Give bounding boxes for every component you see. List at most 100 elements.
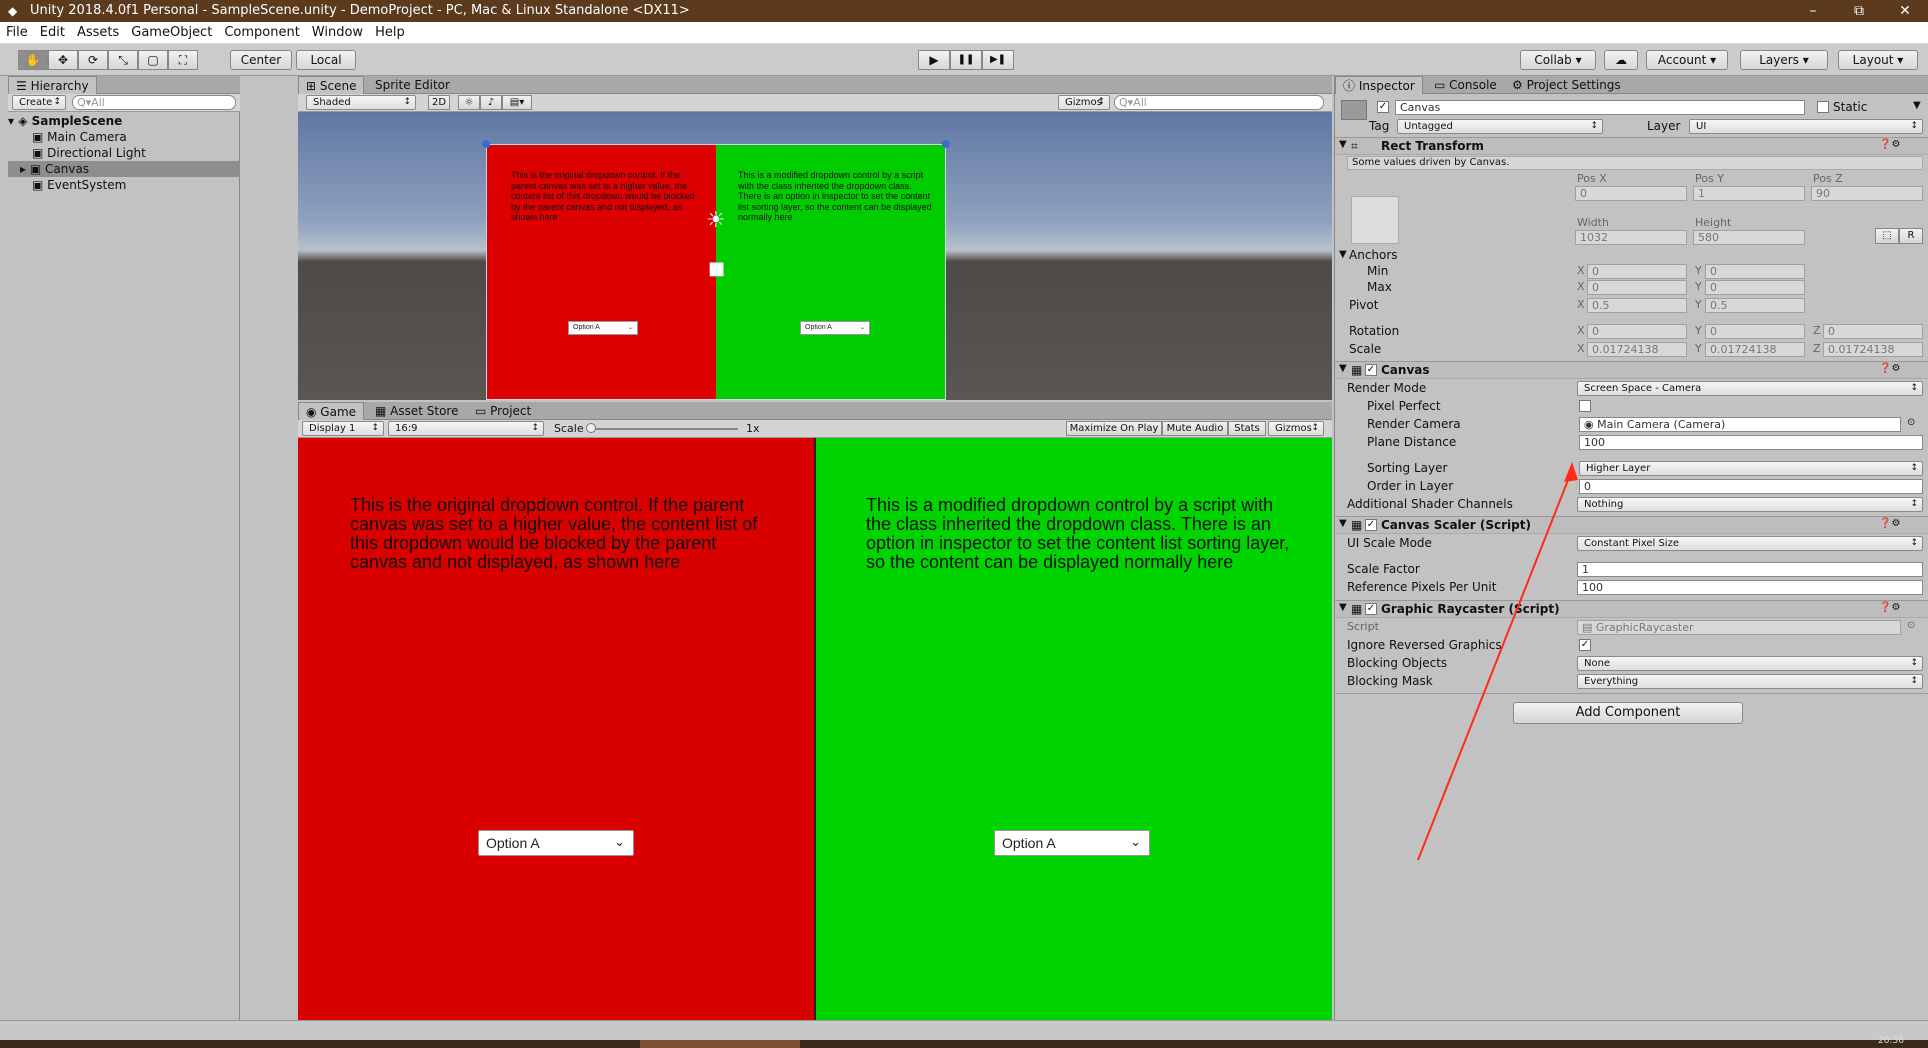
- rect-tool-icon[interactable]: ▢: [138, 50, 168, 70]
- rect-handle[interactable]: [942, 140, 950, 148]
- raycaster-enabled-checkbox[interactable]: ✓: [1365, 603, 1377, 615]
- rect-handle[interactable]: [482, 140, 490, 148]
- collapse-arrow-icon[interactable]: ▼: [1339, 363, 1347, 374]
- menu-file[interactable]: File: [0, 22, 34, 44]
- pixel-perfect-checkbox[interactable]: [1579, 400, 1591, 412]
- tab-project[interactable]: ▭ Project: [468, 402, 538, 420]
- anchors-foldout-icon[interactable]: ▼: [1339, 249, 1347, 260]
- component-help-icon[interactable]: ❓⚙: [1879, 602, 1900, 613]
- hierarchy-item-directional-light[interactable]: ▣ Directional Light: [8, 145, 246, 161]
- lighting-toggle-icon[interactable]: ☼: [458, 95, 480, 110]
- component-help-icon[interactable]: ❓⚙: [1879, 363, 1900, 374]
- scaler-enabled-checkbox[interactable]: ✓: [1365, 519, 1377, 531]
- render-camera-field[interactable]: ◉ Main Camera (Camera): [1579, 417, 1901, 432]
- tab-console[interactable]: ▭ Console: [1427, 76, 1504, 94]
- tab-game[interactable]: ◉ Game: [298, 402, 365, 420]
- minimize-button[interactable]: –: [1790, 0, 1836, 22]
- order-in-layer-field[interactable]: 0: [1579, 479, 1923, 494]
- component-help-icon[interactable]: ❓⚙: [1879, 518, 1900, 529]
- render-mode-dropdown[interactable]: Screen Space - Camera: [1577, 381, 1923, 396]
- scale-slider-thumb[interactable]: [586, 423, 596, 433]
- maximize-on-play-toggle[interactable]: Maximize On Play: [1066, 421, 1162, 436]
- collapse-arrow-icon[interactable]: ▼: [1339, 602, 1347, 613]
- anchor-presets-button[interactable]: [1351, 196, 1399, 244]
- hand-tool-icon[interactable]: ✋: [18, 50, 48, 70]
- close-button[interactable]: ✕: [1882, 0, 1928, 22]
- tab-inspector[interactable]: ⓘ Inspector: [1335, 76, 1423, 94]
- mute-audio-toggle[interactable]: Mute Audio: [1162, 421, 1228, 436]
- blocking-mask-dropdown[interactable]: Everything: [1577, 674, 1923, 689]
- aspect-dropdown[interactable]: 16:9: [388, 421, 544, 436]
- hierarchy-scene-root[interactable]: ▾ ◈ SampleScene: [8, 113, 246, 129]
- collab-button[interactable]: Collab ▾: [1520, 50, 1596, 70]
- layout-button[interactable]: Layout ▾: [1838, 50, 1918, 70]
- rotate-tool-icon[interactable]: ⟳: [78, 50, 108, 70]
- object-picker-icon[interactable]: ⊙: [1907, 417, 1915, 428]
- stats-toggle[interactable]: Stats: [1228, 421, 1266, 436]
- ref-ppu-field[interactable]: 100: [1577, 580, 1923, 595]
- scene-gizmos-dropdown[interactable]: Gizmos: [1058, 95, 1110, 110]
- plane-distance-field[interactable]: 100: [1579, 435, 1923, 450]
- pause-button[interactable]: ❚❚: [950, 50, 982, 70]
- game-viewport[interactable]: This is the original dropdown control. I…: [298, 438, 1332, 1020]
- tab-scene[interactable]: ⊞ Scene: [298, 76, 365, 94]
- scale-tool-icon[interactable]: ⤡: [108, 50, 138, 70]
- cloud-icon[interactable]: ☁: [1604, 50, 1638, 70]
- collapse-arrow-icon[interactable]: ▼: [1339, 139, 1347, 150]
- layers-button[interactable]: Layers ▾: [1740, 50, 1828, 70]
- game-gizmos-dropdown[interactable]: Gizmos: [1268, 421, 1324, 436]
- menu-window[interactable]: Window: [306, 22, 369, 44]
- raw-edit-button[interactable]: R: [1899, 228, 1923, 244]
- shading-mode-dropdown[interactable]: Shaded: [306, 95, 416, 110]
- menu-assets[interactable]: Assets: [71, 22, 125, 44]
- canvas-enabled-checkbox[interactable]: ✓: [1365, 364, 1377, 376]
- hierarchy-item-canvas[interactable]: ▸ ▣ Canvas: [8, 161, 240, 177]
- object-name-field[interactable]: Canvas: [1395, 100, 1805, 115]
- tab-project-settings[interactable]: ⚙ Project Settings: [1505, 76, 1628, 94]
- scene-viewport[interactable]: This is the original dropdown control. I…: [298, 112, 1332, 400]
- collapse-arrow-icon[interactable]: ▼: [1339, 518, 1347, 529]
- scene-search-input[interactable]: Q▾All: [1114, 95, 1324, 110]
- account-button[interactable]: Account ▾: [1646, 50, 1728, 70]
- blueprint-mode-icon[interactable]: ⬚: [1875, 228, 1899, 244]
- transform-tool-icon[interactable]: ⛶: [168, 50, 198, 70]
- tag-dropdown[interactable]: Untagged: [1397, 119, 1603, 134]
- effects-toggle-icon[interactable]: ▤▾: [502, 95, 532, 110]
- step-button[interactable]: ▶❚: [982, 50, 1014, 70]
- 2d-toggle-button[interactable]: 2D: [428, 95, 450, 110]
- menu-gameobject[interactable]: GameObject: [125, 22, 218, 44]
- play-button[interactable]: ▶: [918, 50, 950, 70]
- tab-sprite-editor[interactable]: Sprite Editor: [368, 76, 457, 94]
- rect-transform-header[interactable]: ▼ ⌗ Rect Transform ❓⚙: [1335, 137, 1928, 155]
- component-help-icon[interactable]: ❓⚙: [1879, 139, 1900, 150]
- static-dropdown-icon[interactable]: ▼: [1913, 100, 1921, 111]
- hierarchy-item-eventsystem[interactable]: ▣ EventSystem: [8, 177, 246, 193]
- blocking-objects-dropdown[interactable]: None: [1577, 656, 1923, 671]
- display-dropdown[interactable]: Display 1: [302, 421, 384, 436]
- audio-toggle-icon[interactable]: ♪: [480, 95, 502, 110]
- scale-slider-track[interactable]: [588, 428, 738, 430]
- game-left-dropdown[interactable]: Option A ⌄: [478, 830, 634, 856]
- taskbar-active-app[interactable]: [640, 1040, 800, 1048]
- maximize-button[interactable]: ⧉: [1836, 0, 1882, 22]
- menu-edit[interactable]: Edit: [34, 22, 71, 44]
- tab-hierarchy[interactable]: ☰ Hierarchy: [8, 76, 97, 94]
- scale-factor-field[interactable]: 1: [1577, 562, 1923, 577]
- active-checkbox[interactable]: ✓: [1377, 101, 1389, 113]
- ui-scale-mode-dropdown[interactable]: Constant Pixel Size: [1577, 536, 1923, 551]
- pivot-center-button[interactable]: Center: [230, 50, 292, 70]
- game-right-dropdown[interactable]: Option A ⌄: [994, 830, 1150, 856]
- static-checkbox[interactable]: [1817, 101, 1829, 113]
- pivot-local-button[interactable]: Local: [296, 50, 356, 70]
- move-tool-icon[interactable]: ✥: [48, 50, 78, 70]
- menu-component[interactable]: Component: [218, 22, 305, 44]
- light-gizmo-icon[interactable]: ☀: [706, 210, 726, 232]
- menu-help[interactable]: Help: [369, 22, 411, 44]
- layer-dropdown[interactable]: UI: [1689, 119, 1923, 134]
- hierarchy-search-input[interactable]: Q▾All: [72, 95, 236, 110]
- shader-channels-dropdown[interactable]: Nothing: [1577, 497, 1923, 512]
- camera-gizmo-icon[interactable]: ■: [708, 260, 725, 278]
- sorting-layer-dropdown[interactable]: Higher Layer: [1579, 461, 1923, 476]
- tab-asset-store[interactable]: ▦ Asset Store: [368, 402, 466, 420]
- hierarchy-item-main-camera[interactable]: ▣ Main Camera: [8, 129, 246, 145]
